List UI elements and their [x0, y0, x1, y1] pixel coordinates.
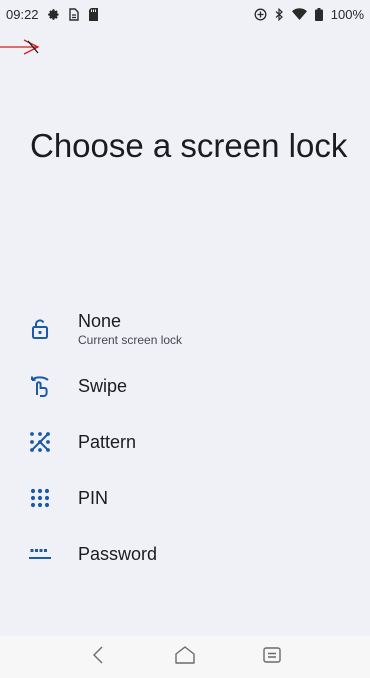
arrow-left-icon — [0, 37, 44, 62]
swipe-icon — [28, 374, 52, 398]
bluetooth-icon — [275, 7, 284, 21]
status-right: 100% — [254, 7, 364, 22]
option-text: PIN — [78, 487, 108, 509]
option-sublabel: Current screen lock — [78, 333, 183, 347]
page-title: Choose a screen lock — [30, 127, 348, 164]
option-label: Swipe — [78, 376, 128, 396]
clock: 09:22 — [6, 6, 39, 22]
pattern-icon — [28, 430, 52, 454]
recents-icon — [262, 646, 281, 668]
sd-card-icon — [88, 7, 99, 21]
option-text: Pattern — [78, 431, 136, 453]
password-icon — [28, 542, 52, 566]
option-password[interactable]: Password — [0, 526, 370, 582]
option-text: Password — [78, 543, 157, 565]
gear-icon — [47, 8, 60, 21]
wifi-icon — [291, 8, 307, 20]
option-text: Swipe — [78, 375, 127, 397]
battery-percentage: 100% — [330, 6, 364, 22]
sync-icon — [254, 8, 267, 21]
status-bar: 09:22 100% — [0, 0, 370, 28]
option-pin[interactable]: PIN — [0, 470, 370, 526]
home-icon — [174, 645, 196, 670]
option-swipe[interactable]: Swipe — [0, 358, 370, 414]
back-icon — [92, 646, 104, 669]
nav-home-button[interactable] — [161, 637, 209, 677]
back-button[interactable] — [0, 36, 48, 62]
option-label: Pattern — [78, 432, 137, 452]
option-text: None Current screen lock — [78, 310, 182, 348]
option-label: PIN — [78, 488, 109, 508]
sim-icon — [68, 7, 80, 21]
option-none[interactable]: None Current screen lock — [0, 300, 370, 358]
option-pattern[interactable]: Pattern — [0, 414, 370, 470]
nav-recents-button[interactable] — [248, 637, 296, 677]
pin-icon — [28, 486, 52, 510]
screen-lock-options: None Current screen lock Swipe Pattern P… — [0, 300, 370, 582]
nav-back-button[interactable] — [74, 637, 122, 677]
navigation-bar — [0, 636, 370, 678]
option-label: None — [78, 311, 122, 331]
option-label: Password — [78, 544, 158, 564]
battery-icon — [314, 7, 323, 21]
status-left: 09:22 — [6, 7, 99, 22]
unlock-icon — [28, 317, 52, 341]
